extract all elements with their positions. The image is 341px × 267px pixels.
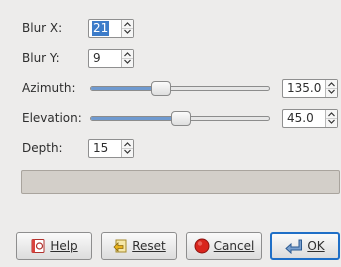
blur-x-spinbutton[interactable]: 21 [88,19,134,38]
chevron-up-icon[interactable] [123,21,132,27]
depth-label: Depth: [22,141,63,155]
cancel-icon [194,238,210,254]
reset-button-label: Reset [132,239,166,253]
blur-x-stepper[interactable] [121,20,133,37]
help-button-label: Help [50,239,78,253]
reset-button[interactable]: Reset [101,232,177,260]
help-book-icon [31,239,45,253]
elevation-spinbutton[interactable]: 45.0 [282,109,338,128]
chevron-down-icon[interactable] [123,29,132,35]
blur-y-label: Blur Y: [22,51,60,65]
chevron-up-icon[interactable] [327,111,336,117]
azimuth-label: Azimuth: [22,81,76,95]
elevation-slider[interactable] [90,111,270,126]
elevation-slider-fill [91,117,181,120]
blur-y-value[interactable]: 9 [92,51,102,66]
ok-button-label: OK [307,239,325,253]
chevron-up-icon[interactable] [123,51,132,57]
elevation-stepper[interactable] [325,110,337,127]
azimuth-value[interactable]: 135.0 [286,81,322,96]
elevation-slider-handle[interactable] [171,111,191,126]
chevron-down-icon[interactable] [327,119,336,125]
elevation-value[interactable]: 45.0 [286,111,315,126]
chevron-up-icon[interactable] [123,141,132,147]
chevron-down-icon[interactable] [327,89,336,95]
azimuth-slider-handle[interactable] [151,81,171,96]
cancel-button[interactable]: Cancel [186,232,262,260]
depth-spinbutton[interactable]: 15 [88,139,134,158]
depth-stepper[interactable] [121,140,133,157]
progress-bar [21,170,340,194]
azimuth-slider[interactable] [90,81,270,96]
azimuth-stepper[interactable] [325,80,337,97]
blur-y-spinbutton[interactable]: 9 [88,49,134,68]
help-button[interactable]: Help [16,232,92,260]
cancel-button-label: Cancel [213,239,255,253]
blur-x-value[interactable]: 21 [92,21,110,36]
ok-button[interactable]: OK [270,232,340,260]
depth-value[interactable]: 15 [92,141,109,156]
elevation-label: Elevation: [22,111,82,125]
chevron-up-icon[interactable] [327,81,336,87]
chevron-down-icon[interactable] [123,149,132,155]
blur-x-label: Blur X: [22,21,63,35]
chevron-down-icon[interactable] [123,59,132,65]
blur-y-stepper[interactable] [121,50,133,67]
azimuth-spinbutton[interactable]: 135.0 [282,79,338,98]
ok-icon [285,239,303,254]
reset-icon [113,239,127,253]
